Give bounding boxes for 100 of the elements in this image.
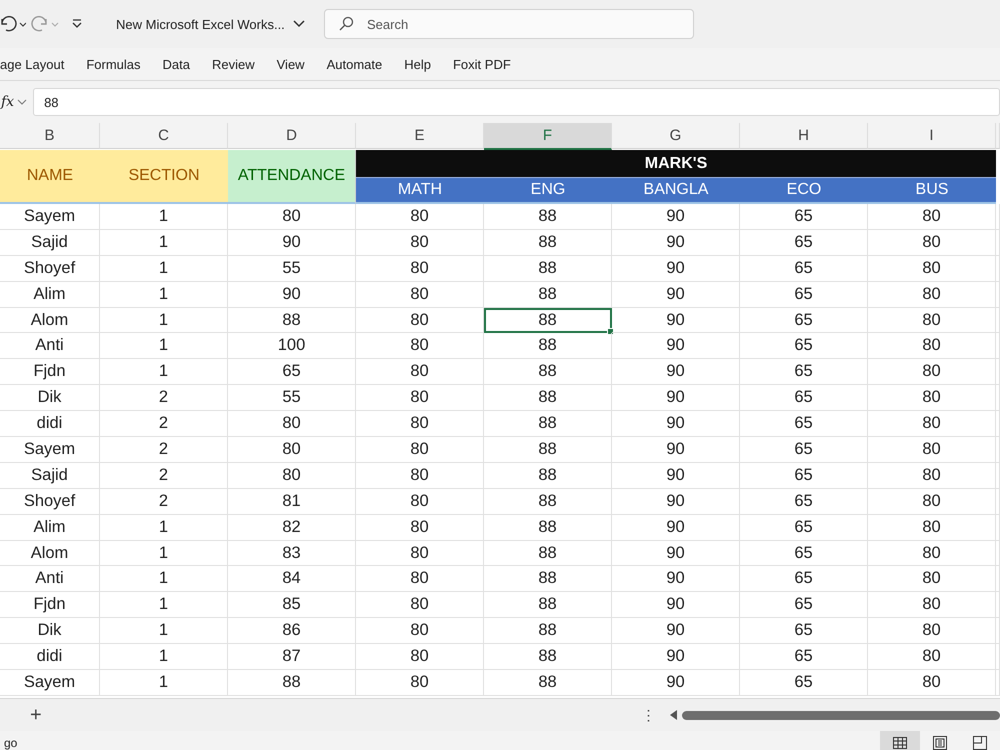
table-cell[interactable]: 65 <box>740 333 868 360</box>
table-cell[interactable]: 88 <box>484 462 612 489</box>
table-cell[interactable]: 88 <box>228 670 356 696</box>
table-cell[interactable]: 55 <box>228 385 356 412</box>
table-cell[interactable]: Alim <box>0 514 100 541</box>
table-cell[interactable]: 80 <box>228 204 356 230</box>
table-cell[interactable]: 65 <box>740 437 868 463</box>
table-cell[interactable]: 65 <box>740 230 868 256</box>
table-cell[interactable]: 80 <box>356 514 484 541</box>
table-cell[interactable]: 88 <box>484 411 612 438</box>
table-cell[interactable]: 88 <box>484 230 612 256</box>
table-cell[interactable]: 65 <box>740 592 868 618</box>
table-cell[interactable]: 2 <box>100 385 228 412</box>
table-cell[interactable]: 1 <box>100 540 228 566</box>
fill-handle[interactable] <box>607 328 614 336</box>
table-cell[interactable]: 80 <box>868 618 996 644</box>
column-header[interactable]: B <box>0 123 100 149</box>
column-header[interactable]: D <box>228 123 356 149</box>
table-cell[interactable]: Sayem <box>0 670 100 696</box>
table-cell[interactable]: 65 <box>740 282 868 308</box>
table-cell[interactable]: 90 <box>612 670 740 696</box>
table-cell[interactable]: 80 <box>356 359 484 386</box>
table-cell[interactable]: 80 <box>356 411 484 438</box>
table-cell[interactable]: 1 <box>100 308 228 334</box>
table-cell[interactable]: 80 <box>868 592 996 618</box>
column-header[interactable]: G <box>612 123 740 149</box>
table-cell[interactable]: didi <box>0 411 100 438</box>
formula-field[interactable]: 88 <box>33 88 1000 116</box>
table-cell[interactable]: 88 <box>484 618 612 644</box>
table-cell[interactable]: 90 <box>612 618 740 644</box>
table-cell[interactable]: 1 <box>100 618 228 644</box>
table-cell[interactable]: 80 <box>228 411 356 438</box>
table-cell[interactable]: 80 <box>356 592 484 618</box>
table-cell[interactable]: 88 <box>484 385 612 412</box>
table-cell[interactable]: 65 <box>740 385 868 412</box>
table-cell[interactable]: 2 <box>100 411 228 438</box>
table-cell[interactable]: 80 <box>868 308 996 334</box>
table-cell[interactable]: 80 <box>356 488 484 515</box>
table-cell[interactable]: 85 <box>228 592 356 618</box>
table-cell[interactable]: Anti <box>0 333 100 360</box>
table-cell[interactable]: 90 <box>612 514 740 541</box>
table-cell[interactable]: 65 <box>740 204 868 230</box>
table-cell[interactable]: 80 <box>356 618 484 644</box>
table-cell[interactable]: 65 <box>740 411 868 438</box>
chevron-down-icon[interactable] <box>292 20 305 28</box>
table-cell[interactable]: Anti <box>0 566 100 592</box>
table-cell[interactable]: Alom <box>0 540 100 566</box>
table-cell[interactable]: 100 <box>228 333 356 360</box>
table-cell[interactable]: 88 <box>484 333 612 360</box>
column-header[interactable]: C <box>100 123 228 149</box>
table-cell[interactable]: 65 <box>740 514 868 541</box>
table-cell[interactable]: 80 <box>868 230 996 256</box>
table-cell[interactable]: 90 <box>612 204 740 230</box>
ribbon-tab[interactable]: Help <box>404 56 431 72</box>
table-cell[interactable]: 65 <box>740 256 868 282</box>
table-cell[interactable]: 88 <box>484 644 612 670</box>
table-cell[interactable]: 65 <box>740 308 868 334</box>
table-cell[interactable]: 88 <box>484 670 612 696</box>
table-cell[interactable]: 80 <box>356 333 484 360</box>
table-cell[interactable]: Dik <box>0 618 100 644</box>
ribbon-tab[interactable]: Formulas <box>86 56 141 72</box>
table-cell[interactable]: Sayem <box>0 204 100 230</box>
table-cell[interactable]: 88 <box>484 514 612 541</box>
table-cell[interactable]: 87 <box>228 644 356 670</box>
table-cell[interactable]: 80 <box>228 462 356 489</box>
table-cell[interactable]: 83 <box>228 540 356 566</box>
table-cell[interactable]: 84 <box>228 566 356 592</box>
table-cell[interactable]: 90 <box>612 230 740 256</box>
table-cell[interactable]: 88 <box>484 540 612 566</box>
table-cell[interactable]: 81 <box>228 488 356 515</box>
table-cell[interactable]: 88 <box>484 566 612 592</box>
table-cell[interactable]: 80 <box>356 540 484 566</box>
column-header[interactable]: H <box>740 123 868 149</box>
table-cell[interactable]: 90 <box>612 566 740 592</box>
table-cell[interactable]: 80 <box>868 670 996 696</box>
table-cell[interactable]: 65 <box>740 488 868 515</box>
table-cell[interactable]: 86 <box>228 618 356 644</box>
function-label[interactable]: fx <box>1 94 14 110</box>
ribbon-tab[interactable]: Review <box>212 56 255 72</box>
scroll-left-icon[interactable] <box>670 710 678 720</box>
table-cell[interactable]: 1 <box>100 333 228 360</box>
table-cell[interactable]: 65 <box>740 566 868 592</box>
table-cell[interactable]: 88 <box>484 437 612 463</box>
table-cell[interactable]: 90 <box>612 385 740 412</box>
ribbon-tab[interactable]: Automate <box>326 56 382 72</box>
ribbon-tab[interactable]: View <box>276 56 305 72</box>
table-cell[interactable]: 90 <box>612 644 740 670</box>
more-button[interactable]: ⋮ <box>636 706 662 724</box>
table-cell[interactable]: 80 <box>356 308 484 334</box>
table-cell[interactable]: 80 <box>356 282 484 308</box>
scrollbar-thumb[interactable] <box>682 710 1000 720</box>
table-cell[interactable]: 80 <box>356 230 484 256</box>
table-cell[interactable]: 1 <box>100 359 228 386</box>
table-cell[interactable]: 80 <box>356 256 484 282</box>
table-cell[interactable]: 80 <box>868 282 996 308</box>
table-cell[interactable]: Fjdn <box>0 592 100 618</box>
table-cell[interactable]: Alim <box>0 282 100 308</box>
table-cell[interactable]: 82 <box>228 514 356 541</box>
table-cell[interactable]: 80 <box>868 437 996 463</box>
table-cell[interactable]: 90 <box>612 540 740 566</box>
